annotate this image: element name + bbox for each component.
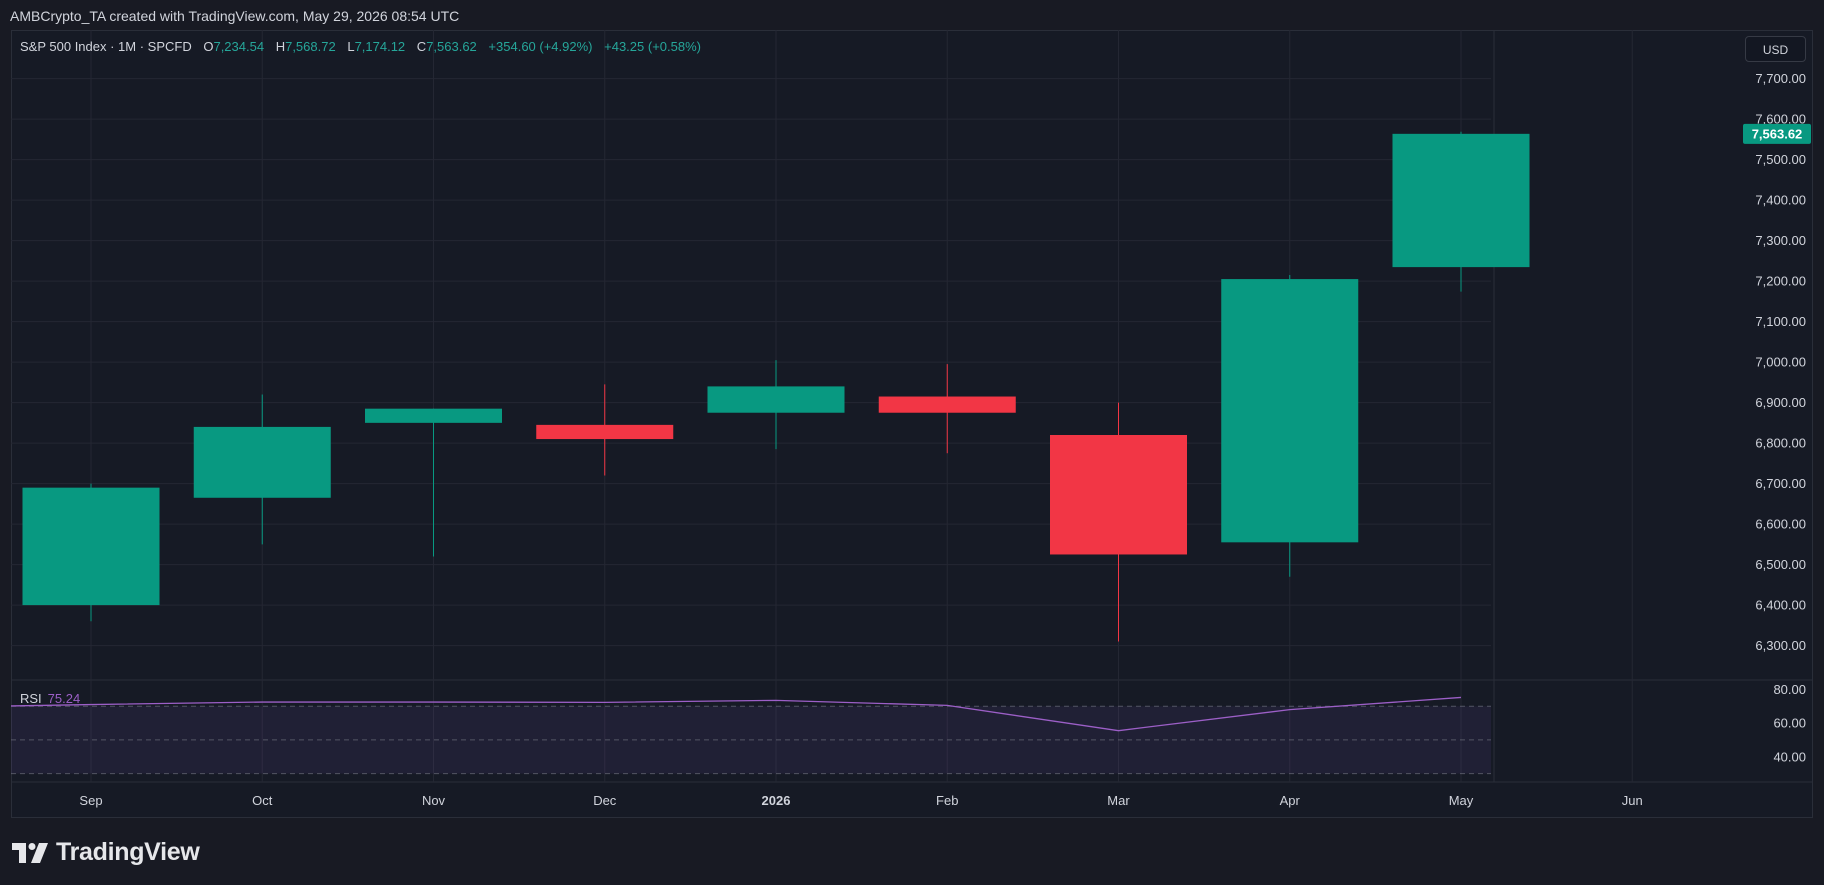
- price-axis: 7,700.007,600.007,500.007,400.007,300.00…: [1743, 71, 1811, 764]
- symbol-legend: S&P 500 Index · 1M · SPCFD O7,234.54 H7,…: [20, 39, 701, 54]
- candle-body[interactable]: [22, 487, 160, 606]
- candle-body[interactable]: [1050, 435, 1187, 555]
- time-tick-label: Mar: [1107, 793, 1130, 808]
- low-label: L: [347, 39, 355, 54]
- symbol-name[interactable]: S&P 500 Index · 1M · SPCFD: [20, 39, 192, 54]
- candle-body[interactable]: [193, 426, 331, 498]
- chart-attribution: AMBCrypto_TA created with TradingView.co…: [10, 8, 460, 24]
- last-price-label: 7,563.62: [1752, 126, 1803, 141]
- open-value: 7,234.54: [213, 39, 265, 54]
- price-tick-label: 7,200.00: [1755, 274, 1806, 289]
- price-tick-label: 7,000.00: [1755, 355, 1806, 370]
- low-value: 7,174.12: [354, 39, 406, 54]
- high-label: H: [275, 39, 286, 54]
- candle-body[interactable]: [365, 408, 502, 423]
- last-price-badge: 7,563.62: [1743, 123, 1811, 144]
- tradingview-logo[interactable]: TradingView: [12, 838, 200, 867]
- high-value: 7,568.72: [285, 39, 336, 54]
- price-tick-label: 6,800.00: [1755, 436, 1806, 451]
- rsi-name[interactable]: RSI: [20, 691, 42, 706]
- price-tick-label: 6,600.00: [1755, 517, 1806, 532]
- price-tick-label: 6,300.00: [1755, 638, 1806, 653]
- rsi-value: 75.24: [47, 691, 81, 706]
- candle-body[interactable]: [536, 424, 674, 440]
- time-axis: Sep Oct Nov Dec 2026 Feb Mar Apr May Jun: [79, 793, 1642, 808]
- price-tick-label: 7,400.00: [1755, 193, 1806, 208]
- price-tick-label: 6,700.00: [1755, 476, 1806, 491]
- price-tick-label: 6,900.00: [1755, 395, 1806, 410]
- time-tick-label: 2026: [762, 793, 791, 808]
- time-tick-label: Apr: [1280, 793, 1301, 808]
- price-tick-label: 6,400.00: [1755, 598, 1806, 613]
- candlestick-chart[interactable]: 7,700.007,600.007,500.007,400.007,300.00…: [11, 30, 1813, 818]
- candle-body[interactable]: [1221, 279, 1359, 543]
- candle-body[interactable]: [1392, 133, 1530, 268]
- time-tick-label: Nov: [422, 793, 446, 808]
- rsi-legend: RSI 75.24: [20, 691, 80, 706]
- time-tick-label: Sep: [79, 793, 102, 808]
- price-tick-label: 7,700.00: [1755, 71, 1806, 86]
- rsi-tick-label: 80.00: [1773, 682, 1806, 697]
- currency-button[interactable]: USD: [1745, 36, 1806, 62]
- change-value: +354.60 (+4.92%): [488, 39, 593, 54]
- brand-name: TradingView: [56, 838, 200, 866]
- price-tick-label: 7,300.00: [1755, 233, 1806, 248]
- time-tick-label: Jun: [1622, 793, 1643, 808]
- time-tick-label: Feb: [936, 793, 958, 808]
- rsi-band: [11, 705, 1491, 775]
- price-tick-label: 7,500.00: [1755, 152, 1806, 167]
- price-tick-label: 6,500.00: [1755, 557, 1806, 572]
- candle-body[interactable]: [878, 396, 1016, 413]
- candle-body[interactable]: [707, 386, 845, 413]
- rsi-tick-label: 40.00: [1773, 749, 1806, 764]
- open-label: O: [203, 39, 214, 54]
- price-tick-label: 7,100.00: [1755, 314, 1806, 329]
- rsi-tick-label: 60.00: [1773, 716, 1806, 731]
- time-tick-label: May: [1449, 793, 1474, 808]
- close-label: C: [416, 39, 427, 54]
- close-value: 7,563.62: [426, 39, 477, 54]
- tradingview-logo-icon: [12, 842, 48, 863]
- time-tick-label: Oct: [252, 793, 273, 808]
- change-value-2: +43.25 (+0.58%): [604, 39, 701, 54]
- time-tick-label: Dec: [593, 793, 617, 808]
